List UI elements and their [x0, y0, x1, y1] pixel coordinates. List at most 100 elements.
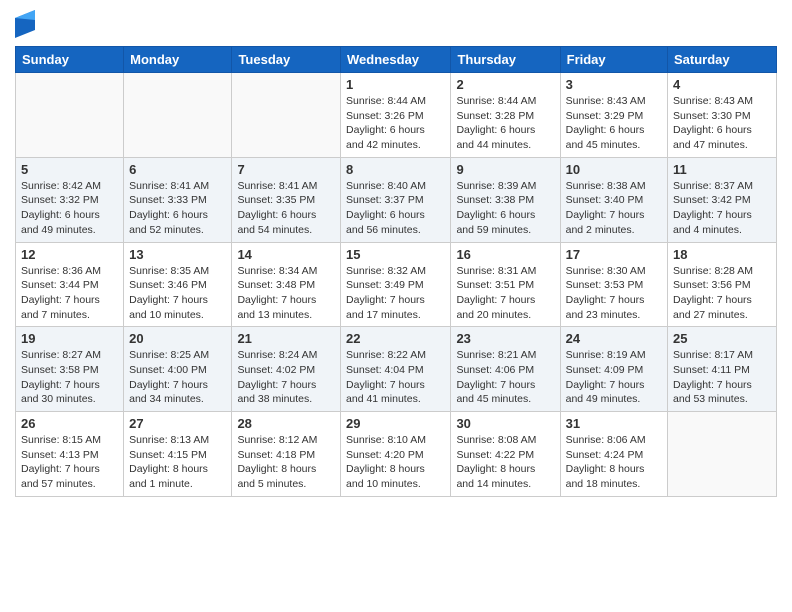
calendar-cell — [668, 412, 777, 497]
day-number: 9 — [456, 162, 554, 177]
day-number: 20 — [129, 331, 226, 346]
calendar-cell: 22 Sunrise: 8:22 AM Sunset: 4:04 PM Dayli… — [341, 327, 451, 412]
calendar-cell: 2 Sunrise: 8:44 AM Sunset: 3:28 PM Daylig… — [451, 73, 560, 158]
day-info: Sunrise: 8:10 AM Sunset: 4:20 PM Dayligh… — [346, 433, 445, 492]
weekday-header-thursday: Thursday — [451, 47, 560, 73]
weekday-header-friday: Friday — [560, 47, 667, 73]
calendar-cell: 17 Sunrise: 8:30 AM Sunset: 3:53 PM Dayli… — [560, 242, 667, 327]
calendar-cell: 1 Sunrise: 8:44 AM Sunset: 3:26 PM Daylig… — [341, 73, 451, 158]
weekday-header-sunday: Sunday — [16, 47, 124, 73]
day-info: Sunrise: 8:41 AM Sunset: 3:33 PM Dayligh… — [129, 179, 226, 238]
day-info: Sunrise: 8:44 AM Sunset: 3:28 PM Dayligh… — [456, 94, 554, 153]
calendar-cell: 14Sunrise: 8:34 AM Sunset: 3:48 PM Dayli… — [232, 242, 341, 327]
day-info: Sunrise: 8:08 AM Sunset: 4:22 PM Dayligh… — [456, 433, 554, 492]
calendar-cell: 31Sunrise: 8:06 AM Sunset: 4:24 PM Dayli… — [560, 412, 667, 497]
day-info: Sunrise: 8:35 AM Sunset: 3:46 PM Dayligh… — [129, 264, 226, 323]
day-number: 7 — [237, 162, 335, 177]
day-info: Sunrise: 8:32 AM Sunset: 3:49 PM Dayligh… — [346, 264, 445, 323]
day-number: 14 — [237, 247, 335, 262]
day-info: Sunrise: 8:30 AM Sunset: 3:53 PM Dayligh… — [566, 264, 662, 323]
calendar-cell: 7 Sunrise: 8:41 AM Sunset: 3:35 PM Daylig… — [232, 157, 341, 242]
day-info: Sunrise: 8:12 AM Sunset: 4:18 PM Dayligh… — [237, 433, 335, 492]
calendar-cell: 20 Sunrise: 8:25 AM Sunset: 4:00 PM Dayli… — [124, 327, 232, 412]
calendar-cell: 23 Sunrise: 8:21 AM Sunset: 4:06 PM Dayli… — [451, 327, 560, 412]
day-number: 28 — [237, 416, 335, 431]
day-info: Sunrise: 8:17 AM Sunset: 4:11 PM Dayligh… — [673, 348, 771, 407]
day-number: 24 — [566, 331, 662, 346]
day-number: 5 — [21, 162, 118, 177]
calendar-cell: 15Sunrise: 8:32 AM Sunset: 3:49 PM Dayli… — [341, 242, 451, 327]
day-info: Sunrise: 8:40 AM Sunset: 3:37 PM Dayligh… — [346, 179, 445, 238]
calendar-cell: 27 Sunrise: 8:13 AM Sunset: 4:15 PM Dayli… — [124, 412, 232, 497]
calendar-cell: 21Sunrise: 8:24 AM Sunset: 4:02 PM Dayli… — [232, 327, 341, 412]
calendar-cell: 5 Sunrise: 8:42 AM Sunset: 3:32 PM Daylig… — [16, 157, 124, 242]
day-info: Sunrise: 8:28 AM Sunset: 3:56 PM Dayligh… — [673, 264, 771, 323]
day-number: 25 — [673, 331, 771, 346]
weekday-header-row: SundayMondayTuesdayWednesdayThursdayFrid… — [16, 47, 777, 73]
weekday-header-saturday: Saturday — [668, 47, 777, 73]
calendar-cell: 18 Sunrise: 8:28 AM Sunset: 3:56 PM Dayli… — [668, 242, 777, 327]
day-number: 18 — [673, 247, 771, 262]
day-number: 10 — [566, 162, 662, 177]
day-number: 4 — [673, 77, 771, 92]
day-info: Sunrise: 8:25 AM Sunset: 4:00 PM Dayligh… — [129, 348, 226, 407]
day-number: 27 — [129, 416, 226, 431]
calendar-cell: 19Sunrise: 8:27 AM Sunset: 3:58 PM Dayli… — [16, 327, 124, 412]
weekday-header-monday: Monday — [124, 47, 232, 73]
calendar-week-row: 1 Sunrise: 8:44 AM Sunset: 3:26 PM Daylig… — [16, 73, 777, 158]
day-number: 26 — [21, 416, 118, 431]
calendar-cell — [16, 73, 124, 158]
calendar-cell: 16 Sunrise: 8:31 AM Sunset: 3:51 PM Dayli… — [451, 242, 560, 327]
page: SundayMondayTuesdayWednesdayThursdayFrid… — [0, 0, 792, 612]
calendar-cell: 9 Sunrise: 8:39 AM Sunset: 3:38 PM Daylig… — [451, 157, 560, 242]
day-info: Sunrise: 8:19 AM Sunset: 4:09 PM Dayligh… — [566, 348, 662, 407]
calendar-cell: 6 Sunrise: 8:41 AM Sunset: 3:33 PM Daylig… — [124, 157, 232, 242]
day-info: Sunrise: 8:42 AM Sunset: 3:32 PM Dayligh… — [21, 179, 118, 238]
calendar-cell — [232, 73, 341, 158]
day-info: Sunrise: 8:39 AM Sunset: 3:38 PM Dayligh… — [456, 179, 554, 238]
day-number: 2 — [456, 77, 554, 92]
calendar-cell: 11Sunrise: 8:37 AM Sunset: 3:42 PM Dayli… — [668, 157, 777, 242]
day-info: Sunrise: 8:36 AM Sunset: 3:44 PM Dayligh… — [21, 264, 118, 323]
calendar: SundayMondayTuesdayWednesdayThursdayFrid… — [15, 46, 777, 497]
calendar-cell: 28 Sunrise: 8:12 AM Sunset: 4:18 PM Dayli… — [232, 412, 341, 497]
day-info: Sunrise: 8:43 AM Sunset: 3:29 PM Dayligh… — [566, 94, 662, 153]
logo-icon — [15, 10, 35, 38]
day-info: Sunrise: 8:38 AM Sunset: 3:40 PM Dayligh… — [566, 179, 662, 238]
day-number: 23 — [456, 331, 554, 346]
calendar-cell: 3 Sunrise: 8:43 AM Sunset: 3:29 PM Daylig… — [560, 73, 667, 158]
calendar-cell: 25 Sunrise: 8:17 AM Sunset: 4:11 PM Dayli… — [668, 327, 777, 412]
day-info: Sunrise: 8:15 AM Sunset: 4:13 PM Dayligh… — [21, 433, 118, 492]
day-info: Sunrise: 8:43 AM Sunset: 3:30 PM Dayligh… — [673, 94, 771, 153]
day-info: Sunrise: 8:22 AM Sunset: 4:04 PM Dayligh… — [346, 348, 445, 407]
logo — [15, 10, 39, 38]
calendar-week-row: 19Sunrise: 8:27 AM Sunset: 3:58 PM Dayli… — [16, 327, 777, 412]
day-number: 12 — [21, 247, 118, 262]
calendar-week-row: 5 Sunrise: 8:42 AM Sunset: 3:32 PM Daylig… — [16, 157, 777, 242]
day-info: Sunrise: 8:44 AM Sunset: 3:26 PM Dayligh… — [346, 94, 445, 153]
day-info: Sunrise: 8:31 AM Sunset: 3:51 PM Dayligh… — [456, 264, 554, 323]
calendar-cell: 12 Sunrise: 8:36 AM Sunset: 3:44 PM Dayli… — [16, 242, 124, 327]
day-info: Sunrise: 8:13 AM Sunset: 4:15 PM Dayligh… — [129, 433, 226, 492]
day-number: 30 — [456, 416, 554, 431]
day-number: 13 — [129, 247, 226, 262]
calendar-week-row: 26 Sunrise: 8:15 AM Sunset: 4:13 PM Dayli… — [16, 412, 777, 497]
day-info: Sunrise: 8:06 AM Sunset: 4:24 PM Dayligh… — [566, 433, 662, 492]
calendar-cell: 13 Sunrise: 8:35 AM Sunset: 3:46 PM Dayli… — [124, 242, 232, 327]
day-number: 1 — [346, 77, 445, 92]
calendar-cell: 8Sunrise: 8:40 AM Sunset: 3:37 PM Daylig… — [341, 157, 451, 242]
day-info: Sunrise: 8:41 AM Sunset: 3:35 PM Dayligh… — [237, 179, 335, 238]
day-number: 22 — [346, 331, 445, 346]
day-info: Sunrise: 8:37 AM Sunset: 3:42 PM Dayligh… — [673, 179, 771, 238]
calendar-cell: 29Sunrise: 8:10 AM Sunset: 4:20 PM Dayli… — [341, 412, 451, 497]
day-number: 6 — [129, 162, 226, 177]
day-number: 16 — [456, 247, 554, 262]
calendar-week-row: 12 Sunrise: 8:36 AM Sunset: 3:44 PM Dayli… — [16, 242, 777, 327]
day-info: Sunrise: 8:21 AM Sunset: 4:06 PM Dayligh… — [456, 348, 554, 407]
day-number: 3 — [566, 77, 662, 92]
calendar-cell: 26 Sunrise: 8:15 AM Sunset: 4:13 PM Dayli… — [16, 412, 124, 497]
calendar-cell: 10 Sunrise: 8:38 AM Sunset: 3:40 PM Dayli… — [560, 157, 667, 242]
day-number: 17 — [566, 247, 662, 262]
day-info: Sunrise: 8:27 AM Sunset: 3:58 PM Dayligh… — [21, 348, 118, 407]
day-number: 21 — [237, 331, 335, 346]
